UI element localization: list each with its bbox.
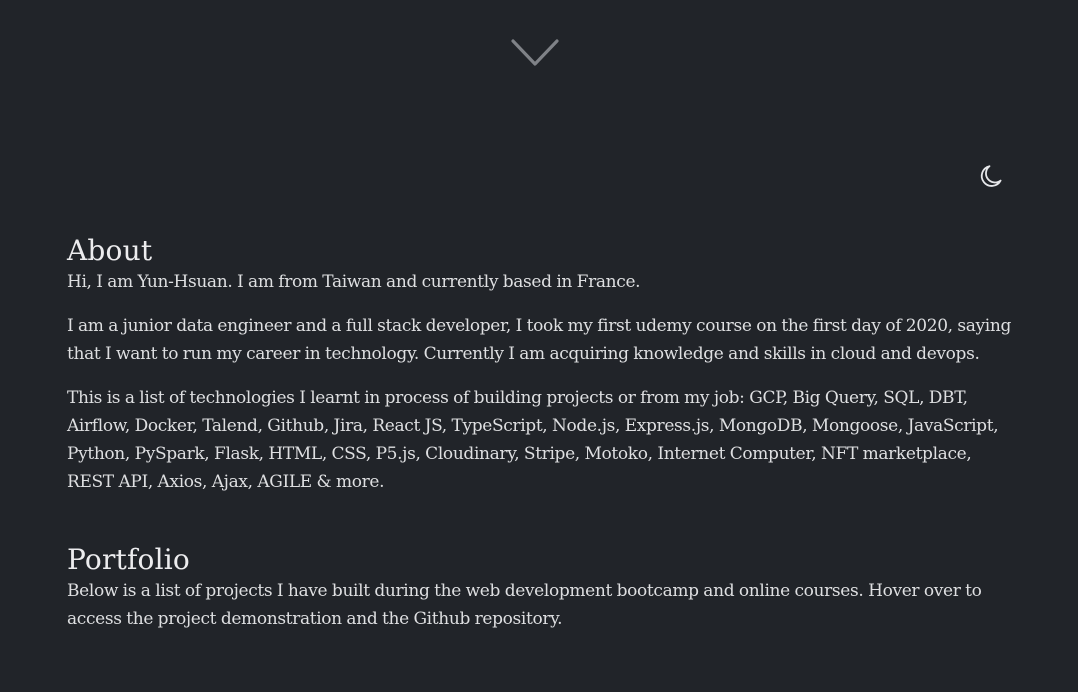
about-intro-text: Hi, I am Yun-Hsuan. I am from Taiwan and… xyxy=(67,272,641,292)
about-career-text: I am a junior data engineer and a full s… xyxy=(67,316,1012,364)
about-technologies-text: This is a list of technologies I learnt … xyxy=(67,388,999,492)
about-section: About Hi, I am Yun-Hsuan. I am from Taiw… xyxy=(67,234,1012,496)
main-content: About Hi, I am Yun-Hsuan. I am from Taiw… xyxy=(67,234,1012,633)
moon-icon[interactable] xyxy=(978,163,1004,189)
portfolio-description-text: Below is a list of projects I have built… xyxy=(67,581,982,629)
portfolio-heading: Portfolio xyxy=(67,543,190,576)
about-heading: About xyxy=(67,234,153,267)
page: About Hi, I am Yun-Hsuan. I am from Taiw… xyxy=(0,0,1078,692)
chevron-down-icon[interactable] xyxy=(511,38,559,68)
portfolio-section: Portfolio Below is a list of projects I … xyxy=(67,543,1012,633)
